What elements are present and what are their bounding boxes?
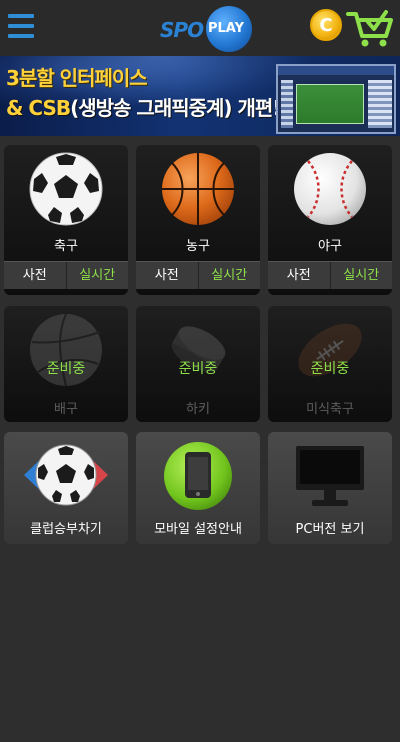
sport-tile-american-football: 준비중 미식축구	[268, 306, 392, 422]
mobile-phone-icon	[164, 442, 232, 510]
live-button[interactable]: 실시간	[331, 262, 393, 289]
soccer-ball-icon	[29, 152, 103, 226]
promo-banner[interactable]: 3분할 인터페이스 & CSB(생방송 그래픽중계) 개편!	[0, 56, 400, 136]
shortcut-label: 클럽승부차기	[30, 522, 102, 537]
spoplay-logo[interactable]: SPO PLAY	[158, 6, 256, 52]
sport-name: 축구	[54, 239, 78, 254]
coin-symbol: C	[319, 14, 333, 36]
cart-icon[interactable]	[346, 8, 394, 48]
sport-buttons: 사전 실시간	[136, 261, 260, 289]
pre-match-button[interactable]: 사전	[136, 262, 199, 289]
sport-name: 배구	[54, 402, 78, 417]
menu-icon[interactable]	[8, 14, 34, 38]
sport-tile-hockey: 준비중 하키	[136, 306, 260, 422]
monitor-icon	[296, 446, 364, 506]
live-button[interactable]: 실시간	[199, 262, 261, 289]
logo-text-spo: SPO	[160, 18, 204, 42]
logo-text-play: PLAY	[208, 21, 245, 36]
pre-match-button[interactable]: 사전	[4, 262, 67, 289]
sport-name: 하키	[186, 402, 210, 417]
club-penalty-icon	[24, 444, 108, 506]
coming-soon-label: 준비중	[46, 361, 86, 377]
basketball-icon	[162, 153, 234, 225]
pc-version-tile[interactable]: PC버전 보기	[268, 432, 392, 544]
top-header: SPO PLAY C	[0, 0, 400, 56]
baseball-icon	[294, 153, 366, 225]
sport-tile-basketball[interactable]: 농구 사전 실시간	[136, 145, 260, 295]
shortcut-label: 모바일 설정안내	[154, 522, 242, 537]
banner-screenshot-image	[276, 64, 396, 134]
club-penalty-tile[interactable]: 클럽승부차기	[4, 432, 128, 544]
live-button[interactable]: 실시간	[67, 262, 129, 289]
sport-tile-baseball[interactable]: 야구 사전 실시간	[268, 145, 392, 295]
sport-name: 미식축구	[306, 402, 354, 417]
shortcut-label: PC버전 보기	[295, 522, 365, 537]
coming-soon-label: 준비중	[178, 361, 218, 377]
banner-headline: 3분할 인터페이스	[6, 66, 148, 90]
sport-tile-volleyball: 준비중 배구	[4, 306, 128, 422]
mobile-setup-tile[interactable]: 모바일 설정안내	[136, 432, 260, 544]
sport-name: 야구	[318, 239, 342, 254]
coin-icon[interactable]: C	[310, 9, 342, 41]
banner-subheadline: & CSB(생방송 그래픽중계) 개편!	[6, 96, 281, 120]
sport-name: 농구	[186, 239, 210, 254]
sport-buttons: 사전 실시간	[4, 261, 128, 289]
sport-buttons: 사전 실시간	[268, 261, 392, 289]
sport-tile-soccer[interactable]: 축구 사전 실시간	[4, 145, 128, 295]
pre-match-button[interactable]: 사전	[268, 262, 331, 289]
coming-soon-label: 준비중	[310, 361, 350, 377]
